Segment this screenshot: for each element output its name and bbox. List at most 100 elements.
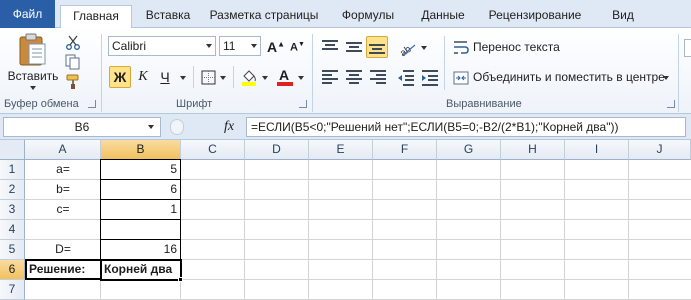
- row-header-1[interactable]: 1: [0, 160, 25, 180]
- font-color-letter: A: [279, 67, 290, 83]
- copy-button[interactable]: [62, 52, 82, 70]
- column-header-e[interactable]: E: [309, 140, 373, 160]
- chevron-down-icon: [206, 44, 212, 48]
- align-right-icon: [370, 70, 386, 84]
- column-header-c[interactable]: C: [181, 140, 245, 160]
- font-group-label: Шрифт: [176, 98, 213, 110]
- wrap-text-icon: [454, 41, 469, 54]
- cell-a1[interactable]: a=: [26, 160, 100, 180]
- cell-border: [100, 219, 181, 240]
- active-cell-outline: [100, 259, 182, 281]
- grow-font-icon: A▲: [267, 39, 286, 55]
- number-format-combo-partial: [684, 39, 691, 57]
- cell-a2[interactable]: b=: [26, 180, 100, 200]
- column-header-d[interactable]: D: [245, 140, 309, 160]
- chevron-down-icon: [30, 86, 36, 90]
- italic-button[interactable]: К: [133, 66, 153, 88]
- font-size-combo[interactable]: 11: [219, 36, 261, 56]
- orientation-button[interactable]: ab: [394, 36, 428, 58]
- chevron-down-icon: [663, 76, 669, 80]
- clipboard-launcher-icon[interactable]: [88, 100, 96, 108]
- cell-b3[interactable]: 1: [101, 200, 180, 220]
- row-header-6[interactable]: 6: [0, 260, 25, 280]
- column-header-b[interactable]: B: [101, 140, 181, 160]
- tab-file[interactable]: Файл: [0, 0, 55, 28]
- clipboard-group-label: Буфер обмена: [4, 98, 79, 110]
- align-bottom-button[interactable]: [366, 36, 388, 58]
- underline-dropdown[interactable]: [176, 66, 188, 88]
- formula-input[interactable]: =ЕСЛИ(B5<0;"Решений нет";ЕСЛИ(B5=0;-B2/(…: [246, 117, 686, 137]
- alignment-launcher-icon[interactable]: [667, 100, 675, 108]
- tab-page-layout[interactable]: Разметка страницы: [205, 5, 323, 28]
- alignment-group-label: Выравнивание: [446, 98, 522, 110]
- fill-handle[interactable]: [178, 277, 183, 282]
- bold-button[interactable]: Ж: [109, 66, 131, 88]
- insert-function-button[interactable]: fx: [224, 117, 234, 137]
- name-box[interactable]: B6: [3, 117, 161, 137]
- select-all-corner[interactable]: [0, 140, 25, 160]
- number-format-group-partial[interactable]: [682, 36, 691, 66]
- toolbar-divider: [233, 66, 234, 88]
- underline-button[interactable]: Ч: [155, 66, 175, 88]
- chevron-down-icon: [251, 44, 257, 48]
- align-center-button[interactable]: [342, 66, 364, 88]
- align-right-button[interactable]: [366, 66, 388, 88]
- align-left-button[interactable]: [318, 66, 340, 88]
- ribbon-home: Вставить Буфер обмена Calibri 11 A▲ A▼ Ж…: [0, 28, 691, 114]
- merge-center-button[interactable]: Объединить и поместить в центре: [450, 66, 672, 88]
- cell-b2[interactable]: 6: [101, 180, 180, 200]
- chevron-down-icon: [220, 76, 226, 80]
- row-header-3[interactable]: 3: [0, 200, 25, 220]
- cell-a5[interactable]: D=: [26, 240, 100, 260]
- cell-border: [25, 259, 102, 280]
- tab-review[interactable]: Рецензирование: [482, 5, 588, 28]
- fill-color-button[interactable]: [238, 66, 270, 88]
- cut-button[interactable]: [62, 32, 82, 50]
- clipboard-paste-icon: [19, 33, 46, 66]
- column-header-j[interactable]: J: [629, 140, 691, 160]
- row-header-5[interactable]: 5: [0, 240, 25, 260]
- font-name-value: Calibri: [112, 39, 147, 53]
- ribbon-tabs: Файл Главная Вставка Разметка страницы Ф…: [0, 0, 691, 29]
- font-name-combo[interactable]: Calibri: [108, 36, 216, 56]
- cell-b1[interactable]: 5: [101, 160, 180, 180]
- tab-formulas[interactable]: Формулы: [333, 5, 403, 28]
- paste-button[interactable]: Вставить: [6, 30, 58, 94]
- column-header-g[interactable]: G: [437, 140, 501, 160]
- tab-home[interactable]: Главная: [60, 5, 132, 29]
- copy-icon: [65, 54, 80, 70]
- grow-font-button[interactable]: A▲: [264, 36, 286, 56]
- cell-b5[interactable]: 16: [101, 240, 180, 260]
- row-header-2[interactable]: 2: [0, 180, 25, 200]
- align-left-icon: [322, 70, 338, 84]
- font-color-button[interactable]: A: [274, 66, 306, 88]
- wrap-text-button[interactable]: Перенос текста: [450, 36, 562, 58]
- increase-indent-button[interactable]: [418, 66, 440, 88]
- font-size-value: 11: [223, 39, 236, 53]
- borders-button[interactable]: [198, 66, 228, 88]
- format-painter-button[interactable]: [62, 72, 82, 90]
- align-top-button[interactable]: [318, 36, 340, 58]
- decrease-indent-button[interactable]: [394, 66, 416, 88]
- text-orientation-icon: ab: [398, 44, 416, 57]
- tab-insert[interactable]: Вставка: [138, 5, 198, 28]
- row-header-4[interactable]: 4: [0, 220, 25, 240]
- worksheet-grid[interactable]: A B C D E F G H I J 1 2 3 4 5 6 7 a= 5 b…: [0, 140, 691, 300]
- column-header-a[interactable]: A: [25, 140, 101, 160]
- row-header-7[interactable]: 7: [0, 280, 25, 300]
- column-header-i[interactable]: I: [565, 140, 629, 160]
- shrink-font-button[interactable]: A▼: [286, 36, 306, 56]
- tab-data[interactable]: Данные: [410, 5, 476, 28]
- column-header-f[interactable]: F: [373, 140, 437, 160]
- chevron-down-icon: [180, 76, 186, 80]
- cell-a3[interactable]: c=: [26, 200, 100, 220]
- formula-bar-splitter[interactable]: [170, 119, 184, 135]
- group-divider: [312, 34, 313, 112]
- decrease-indent-icon: [398, 70, 414, 86]
- column-header-h[interactable]: H: [501, 140, 565, 160]
- align-middle-button[interactable]: [342, 36, 364, 58]
- tab-view[interactable]: Вид: [600, 5, 646, 28]
- font-launcher-icon[interactable]: [299, 100, 307, 108]
- wrap-text-label: Перенос текста: [473, 40, 560, 54]
- chevron-down-icon[interactable]: [148, 125, 154, 129]
